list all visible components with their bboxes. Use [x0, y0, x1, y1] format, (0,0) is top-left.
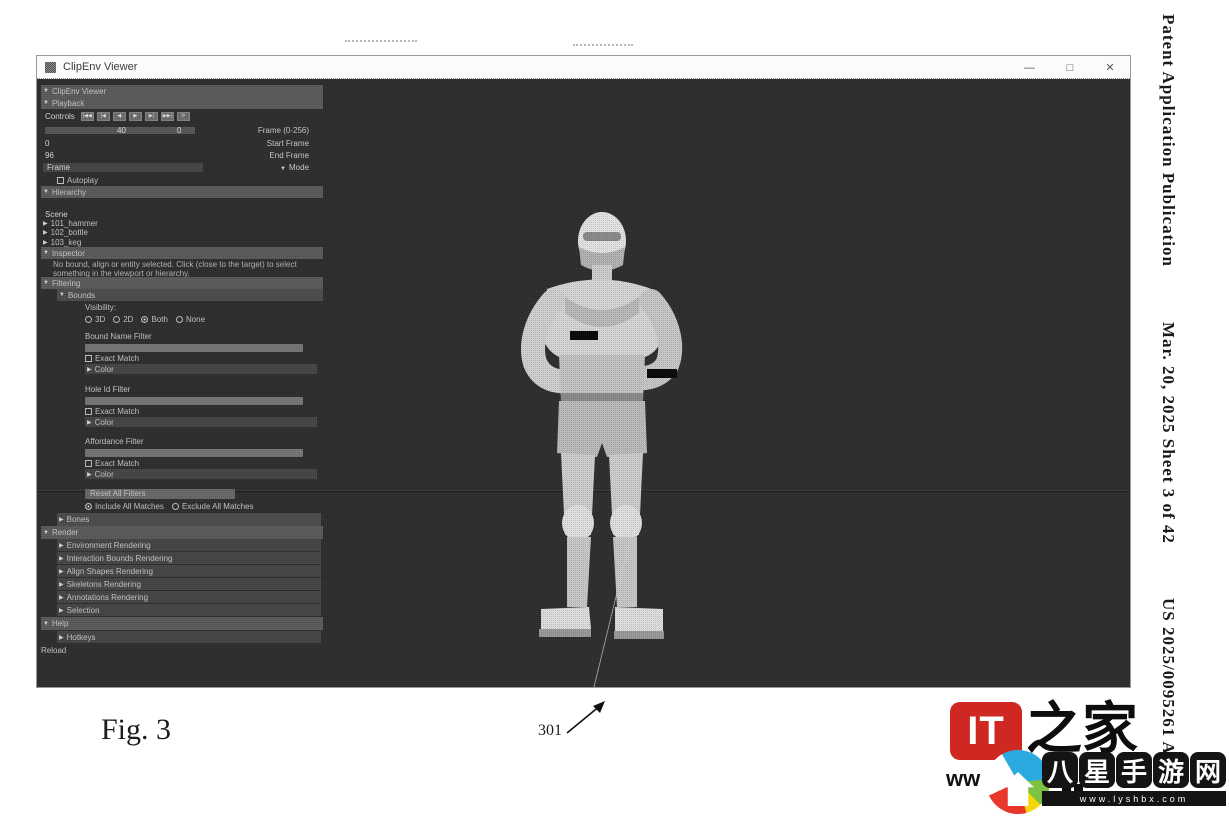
reference-leader-line	[593, 497, 641, 687]
window-title: ClipEnv Viewer	[63, 61, 138, 73]
app-icon	[45, 61, 56, 73]
maximize-button[interactable]: □	[1050, 62, 1090, 74]
partial-url-text: ww	[946, 766, 981, 791]
viewport-3d[interactable]	[37, 79, 1130, 687]
close-button[interactable]: ✕	[1090, 61, 1130, 74]
patent-number-text: US 2025/0095261 A1	[1159, 598, 1178, 765]
redaction-marker	[647, 369, 677, 378]
seal-char: 八	[1042, 752, 1078, 788]
scan-artifact	[573, 44, 633, 46]
title-bar[interactable]: ClipEnv Viewer — □ ✕	[37, 56, 1130, 79]
patent-date-sheet-text: Mar. 20, 2025 Sheet 3 of 42	[1159, 322, 1178, 544]
seal-char: 手	[1116, 752, 1152, 788]
redaction-marker	[570, 331, 598, 340]
clipenv-viewer-window: ClipEnv Viewer — □ ✕ ▼ ClipEnv Viewer ▼ …	[36, 55, 1131, 688]
minimize-button[interactable]: —	[1010, 62, 1050, 74]
patent-sheet: Patent Application Publication Mar. 20, …	[0, 0, 1229, 816]
scan-artifact	[345, 40, 417, 42]
reference-arrow	[566, 701, 605, 734]
site-url-bar: www.lyshbx.com	[1042, 791, 1226, 806]
house-circle-logo	[986, 750, 1050, 814]
site-seal-logo: 八 星 手 游 网	[1042, 752, 1226, 788]
patent-publication-text: Patent Application Publication	[1159, 14, 1178, 267]
seal-char: 游	[1153, 752, 1189, 788]
seal-char: 星	[1079, 752, 1115, 788]
figure-label: Fig. 3	[101, 713, 172, 746]
seal-char: 网	[1190, 752, 1226, 788]
